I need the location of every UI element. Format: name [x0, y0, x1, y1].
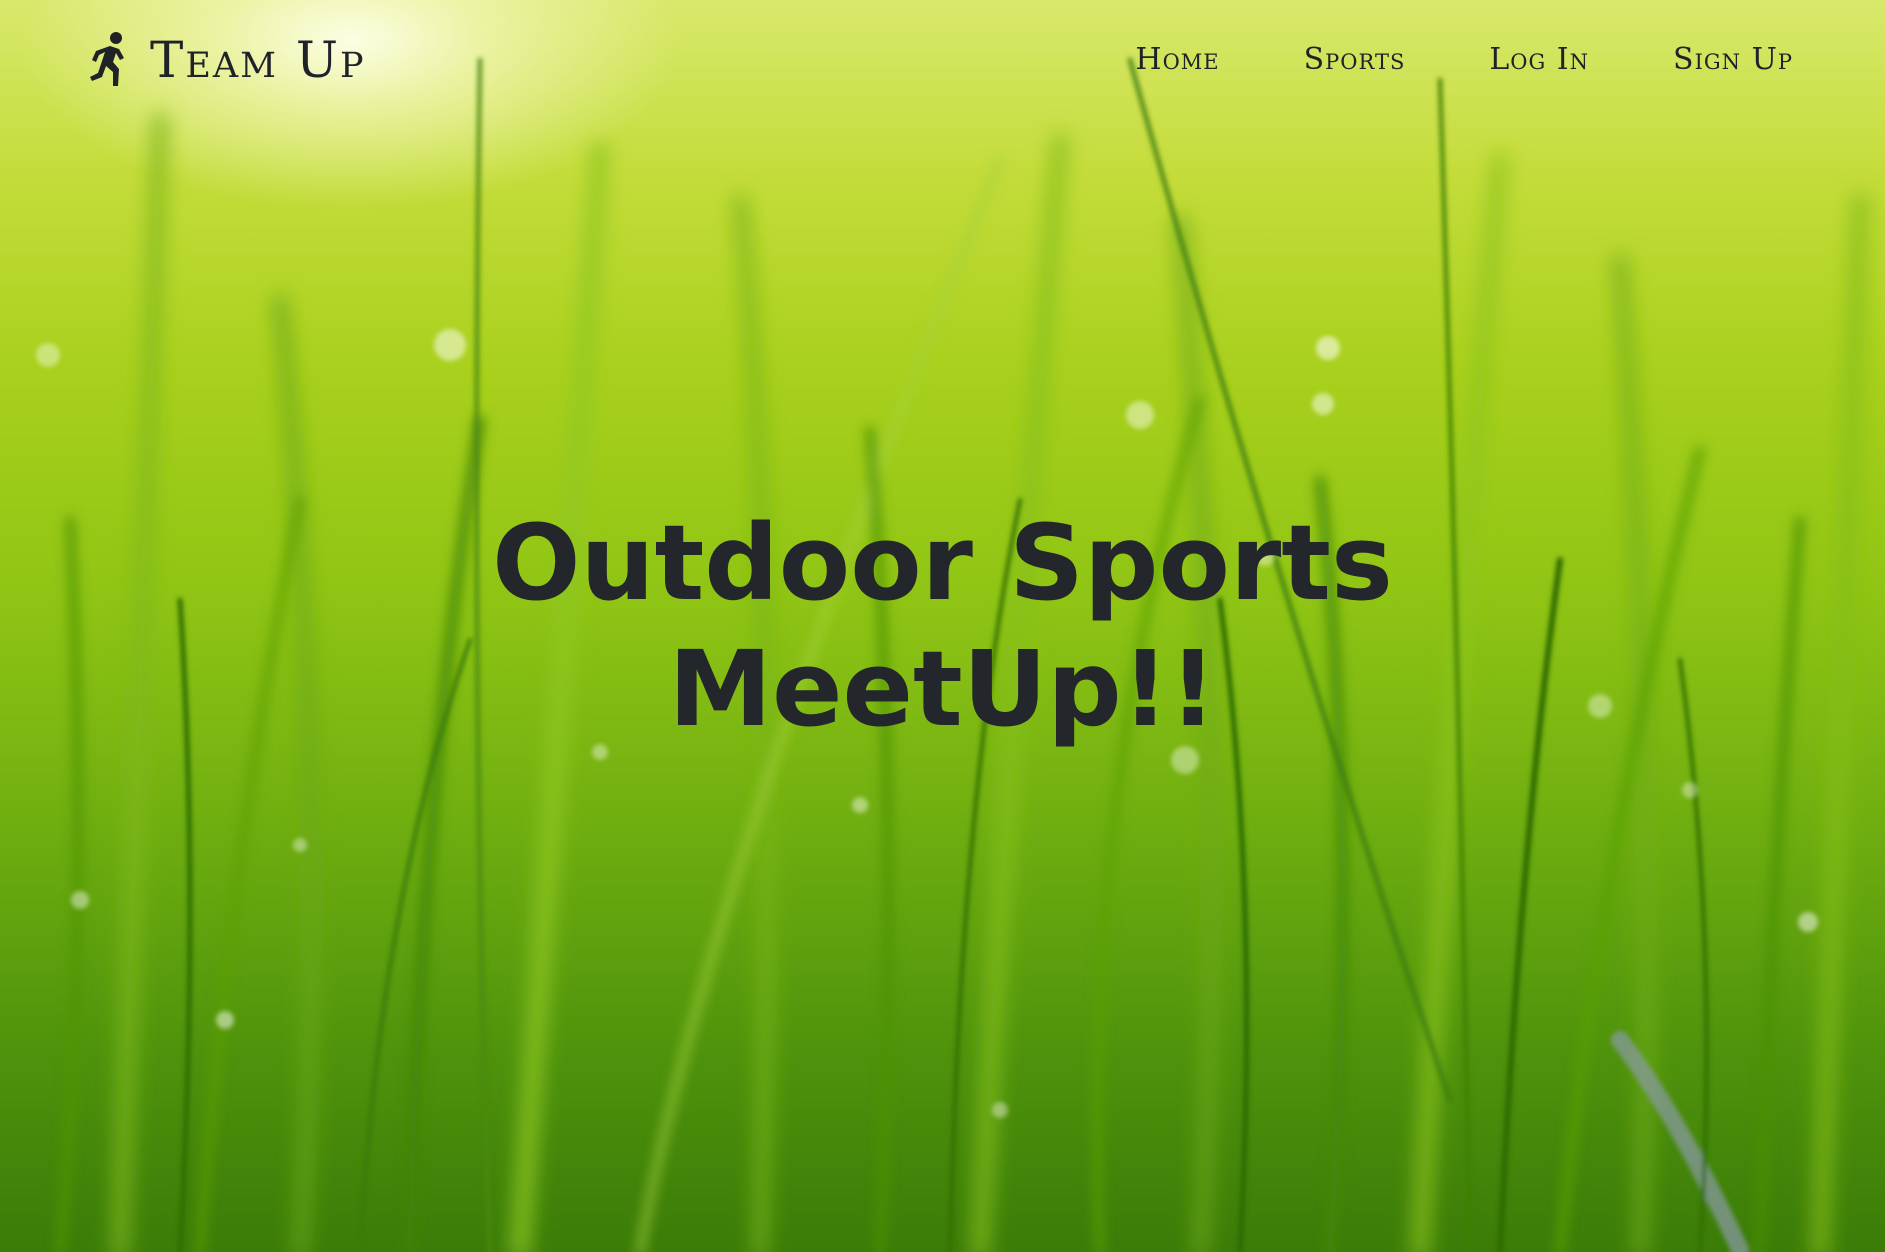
nav-link-signup[interactable]: Sign Up: [1673, 38, 1793, 82]
brand-link[interactable]: Team Up: [88, 28, 366, 92]
running-person-icon: [90, 32, 124, 86]
hero-headline: Outdoor Sports MeetUp!!: [0, 500, 1885, 752]
hero-headline-line1: Outdoor Sports: [492, 502, 1393, 624]
nav-link-login[interactable]: Log In: [1489, 38, 1589, 82]
nav-links: Home Sports Log In Sign Up: [1135, 38, 1793, 82]
brand-title: Team Up: [150, 31, 366, 89]
navbar: Team Up Home Sports Log In Sign Up: [0, 0, 1885, 120]
nav-link-sports[interactable]: Sports: [1304, 38, 1406, 82]
nav-link-home[interactable]: Home: [1135, 38, 1219, 82]
hero-headline-line2: MeetUp!!: [668, 628, 1217, 750]
